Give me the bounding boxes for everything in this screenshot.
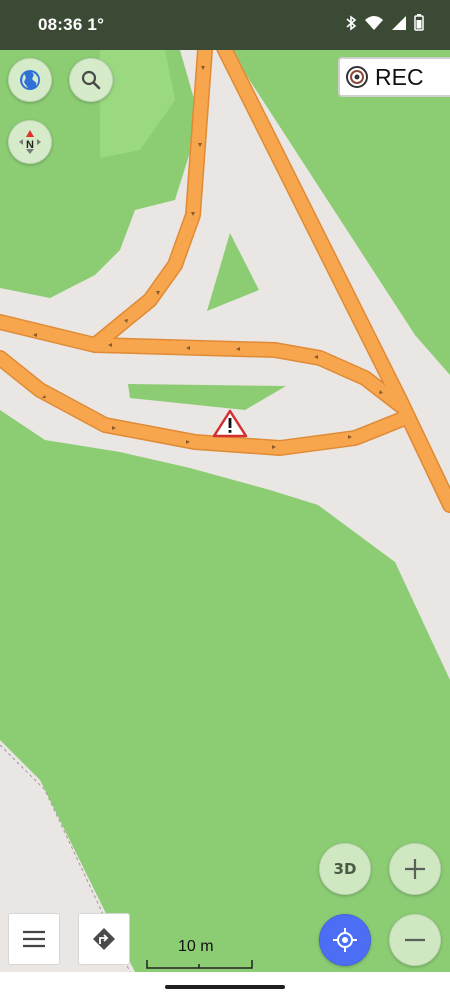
map-layers-button[interactable] [8, 58, 52, 102]
compass-label: N [26, 139, 34, 151]
route-button[interactable] [78, 913, 130, 965]
menu-button[interactable] [8, 913, 60, 965]
status-time: 08:36 [38, 15, 83, 34]
battery-icon [414, 14, 424, 31]
my-location-button[interactable] [319, 914, 371, 966]
rec-label: REC [375, 63, 424, 90]
map-canvas[interactable] [0, 0, 450, 1000]
compass-north-icon: N [19, 130, 41, 154]
signal-icon [392, 15, 406, 30]
status-bar: 08:36 1° [0, 0, 450, 50]
view-3d-label: 3D [333, 860, 357, 878]
search-button[interactable] [69, 58, 113, 102]
wifi-icon [365, 15, 383, 30]
view-3d-button[interactable]: 3D [319, 843, 371, 895]
search-icon [81, 70, 101, 90]
bluetooth-icon [346, 14, 357, 31]
home-indicator[interactable] [165, 985, 285, 989]
globe-icon [20, 70, 40, 90]
zoom-out-button[interactable] [389, 914, 441, 966]
minus-icon [405, 938, 425, 942]
zoom-in-button[interactable] [389, 843, 441, 895]
scale-label: 10 m [178, 938, 214, 955]
compass-button[interactable]: N [8, 120, 52, 164]
rec-widget[interactable]: REC [338, 57, 450, 97]
status-time-temp: 08:36 1° [38, 15, 104, 35]
target-icon [346, 66, 368, 88]
crosshair-icon [333, 928, 357, 952]
hamburger-icon [23, 930, 45, 948]
plus-icon [405, 859, 425, 879]
turn-right-icon [93, 928, 115, 950]
status-temperature: 1° [87, 15, 105, 34]
status-icons [345, 14, 424, 31]
